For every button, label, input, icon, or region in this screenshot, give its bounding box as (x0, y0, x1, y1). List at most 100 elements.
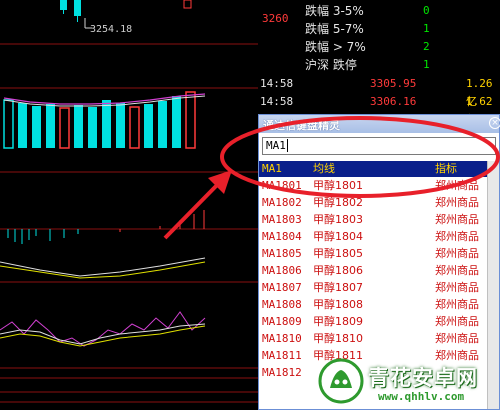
axis-price-label: 3260 (262, 12, 289, 25)
stat-label: 跌幅 3-5% (305, 4, 364, 18)
result-market: 郑州商品 (435, 264, 479, 277)
result-row[interactable]: MA1804 甲醇1804 郑州商品 (259, 228, 487, 245)
tick-row[interactable]: 14:58 3306.16 1.62亿 (258, 93, 500, 126)
result-name: 甲醇1803 (313, 213, 363, 226)
stat-value: 0 (423, 4, 430, 17)
dea-line (0, 261, 206, 279)
result-code: MA1 (262, 162, 282, 175)
result-name: 甲醇1808 (313, 298, 363, 311)
result-name: 甲醇1805 (313, 247, 363, 260)
kline-chart-panel[interactable]: 3254.18 (0, 0, 258, 410)
result-row[interactable]: MA1806 甲醇1806 郑州商品 (259, 262, 487, 279)
result-name: 甲醇1811 (313, 349, 363, 362)
wizard-title: 通达信键盘精灵 (263, 119, 340, 132)
volume-bar (129, 106, 140, 149)
result-row[interactable]: MA1809 甲醇1809 郑州商品 (259, 313, 487, 330)
kline-chart[interactable]: 3254.18 (0, 0, 258, 410)
result-row[interactable]: MA1810 甲醇1810 郑州商品 (259, 330, 487, 347)
result-code: MA1802 (262, 196, 302, 209)
candle (183, 0, 192, 9)
macd-histogram (0, 210, 206, 279)
stat-value: 1 (423, 58, 430, 71)
result-market: 郑州商品 (435, 349, 479, 362)
result-code: MA1804 (262, 230, 302, 243)
result-market: 指标 (435, 162, 457, 175)
result-name: 甲醇1806 (313, 264, 363, 277)
stat-label: 跌幅 5-7% (305, 22, 364, 36)
keyboard-wizard-dialog[interactable]: 通达信键盘精灵 × MA1 MA1 均线 指标 MA1801 甲醇1801 郑州商品… (258, 114, 500, 410)
volume-bar (88, 107, 97, 148)
stat-value: 1 (423, 22, 430, 35)
result-market: 郑州商品 (435, 230, 479, 243)
result-name: 均线 (313, 162, 335, 175)
result-market: 郑州商品 (435, 332, 479, 345)
stat-row: 跌幅 5-7% 1 (305, 20, 495, 38)
chart-grid (0, 43, 258, 403)
result-market: 郑州商品 (435, 179, 479, 192)
kdj-d-line (0, 325, 206, 347)
volume-bar (59, 107, 70, 149)
stat-label: 沪深 跌停 (305, 58, 357, 72)
result-code: MA1810 (262, 332, 302, 345)
stat-label: 跌幅 > 7% (305, 40, 366, 54)
volume-bar (102, 100, 111, 148)
volume-bar (18, 103, 27, 148)
tick-time: 14:58 (260, 77, 294, 90)
result-code: MA1805 (262, 247, 302, 260)
result-list[interactable]: MA1801 甲醇1801 郑州商品 MA1802 甲醇1802 郑州商品 MA1803… (259, 177, 487, 409)
result-row[interactable]: MA1802 甲醇1802 郑州商品 (259, 194, 487, 211)
result-market: 郑州商品 (435, 247, 479, 260)
price-low-label: 3254.18 (90, 24, 132, 35)
volume-bar (172, 96, 181, 148)
result-row[interactable]: MA1805 甲醇1805 郑州商品 (259, 245, 487, 262)
search-input-value: MA1 (266, 139, 286, 152)
stat-value: 2 (423, 40, 430, 53)
result-row[interactable]: MA1807 甲醇1807 郑州商品 (259, 279, 487, 296)
result-code: MA1812 (262, 366, 302, 379)
result-name: 甲醇1802 (313, 196, 363, 209)
result-code: MA1809 (262, 315, 302, 328)
result-name: 甲醇1807 (313, 281, 363, 294)
tick-price: 3306.16 (370, 95, 417, 108)
kdj-j-line (0, 311, 206, 347)
volume-bar (32, 106, 41, 148)
tick-time: 14:58 (260, 95, 294, 108)
result-name: 甲醇1809 (313, 315, 363, 328)
result-code: MA1803 (262, 213, 302, 226)
result-market: 郑州商品 (435, 281, 479, 294)
result-name: 甲醇1810 (313, 332, 363, 345)
volume-bar (185, 91, 196, 149)
result-row[interactable]: MA1808 甲醇1808 郑州商品 (259, 296, 487, 313)
result-code: MA1806 (262, 264, 302, 277)
result-name: 甲醇1801 (313, 179, 363, 192)
close-icon[interactable]: × (489, 117, 500, 129)
volume-bar (74, 105, 83, 148)
volume-bar (158, 101, 167, 148)
result-row[interactable]: MA1811 甲醇1811 郑州商品 (259, 347, 487, 364)
volume-bar (116, 103, 125, 148)
result-code: MA1801 (262, 179, 302, 192)
stat-row: 跌幅 > 7% 2 (305, 38, 495, 56)
result-name: 甲醇1804 (313, 230, 363, 243)
market-breadth-panel: 跌幅 3-5% 0 跌幅 5-7% 1 跌幅 > 7% 2 沪深 跌停 1 (303, 0, 500, 75)
result-market: 郑州商品 (435, 315, 479, 328)
volume-bar (3, 99, 14, 149)
search-input[interactable]: MA1 (262, 137, 496, 155)
result-code: MA1807 (262, 281, 302, 294)
result-row-selected[interactable]: MA1 均线 指标 (259, 161, 487, 177)
wizard-titlebar[interactable]: 通达信键盘精灵 × (259, 115, 500, 133)
result-code: MA1808 (262, 298, 302, 311)
result-row[interactable]: MA1803 甲醇1803 郑州商品 (259, 211, 487, 228)
result-market: 郑州商品 (435, 213, 479, 226)
result-code: MA1811 (262, 349, 302, 362)
volume-bar (46, 104, 55, 148)
result-row[interactable]: MA1801 甲醇1801 郑州商品 (259, 177, 487, 194)
stat-row: 跌幅 3-5% 0 (305, 2, 495, 20)
result-market: 郑州商品 (435, 196, 479, 209)
result-row[interactable]: MA1812 (259, 364, 487, 381)
scrollbar[interactable] (487, 161, 499, 409)
stat-row: 沪深 跌停 1 (305, 56, 495, 74)
kdj-lines (0, 311, 206, 347)
tick-list[interactable]: 14:58 3305.95 1.26亿 14:58 3306.16 1.62亿 (258, 75, 500, 126)
tick-row[interactable]: 14:58 3305.95 1.26亿 (258, 75, 500, 108)
